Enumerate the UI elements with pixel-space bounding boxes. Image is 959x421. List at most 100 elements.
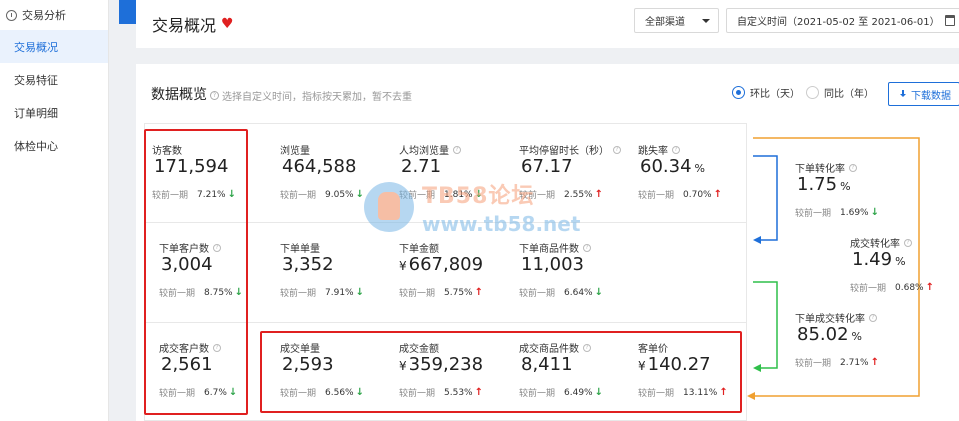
radio-mom-control[interactable] (732, 86, 745, 99)
arrow-down-icon: ↓ (594, 287, 603, 298)
metric-label: 下单成交转化率? (795, 310, 877, 325)
radio-yoy[interactable]: 同比（年） (806, 85, 874, 100)
arrow-up-icon: ↑ (474, 287, 483, 298)
metric-value: 1.75% (795, 174, 851, 195)
metric-deal-amount: 成交金额 ¥359,238 较前一期 5.53% ↑ (399, 320, 517, 418)
compare-percent: 7.21% (197, 189, 226, 200)
metric-value-number: 60.34 (640, 156, 692, 177)
arrow-down-icon: ↓ (594, 387, 603, 398)
metric-value: 464,588 (280, 156, 359, 177)
metric-label: 跳失率? (638, 142, 680, 157)
radio-yoy-control[interactable] (806, 86, 819, 99)
metric-value: 8,411 (519, 354, 576, 375)
arrow-up-icon: ↑ (719, 387, 728, 398)
metric-label: 成交转化率? (850, 235, 912, 250)
download-button-label: 下载数据 (911, 90, 951, 102)
metric-value: 2,593 (280, 354, 337, 375)
channel-select[interactable]: 全部渠道 (634, 8, 719, 33)
metric-order-amount: 下单金额 ¥667,809 较前一期 5.75% ↑ (399, 220, 517, 318)
sidebar-section-header[interactable]: 交易分析 (0, 0, 108, 30)
metric-label-text: 下单成交转化率 (795, 314, 865, 325)
question-icon[interactable]: ? (213, 243, 221, 252)
metric-value-number: 3,004 (161, 254, 213, 275)
question-icon[interactable]: ? (583, 343, 591, 352)
sidebar-item-overview[interactable]: 交易概况 (0, 30, 108, 63)
metric-compare: 较前一期 8.75% ↓ (159, 286, 243, 299)
metric-value-number: 171,594 (154, 156, 229, 177)
question-icon[interactable]: ? (583, 243, 591, 252)
metric-label-text: 成交金额 (399, 344, 439, 355)
download-icon (899, 89, 907, 99)
arrow-up-icon: ↑ (925, 282, 934, 293)
compare-label: 较前一期 (399, 289, 436, 299)
question-icon[interactable]: ? (672, 145, 680, 154)
radio-mom-label: 环比（天） (750, 89, 800, 100)
question-icon[interactable]: ? (453, 145, 461, 154)
metric-value: ¥359,238 (399, 354, 486, 375)
metric-value-number: 1.49 (852, 249, 893, 270)
overview-hint: ? 选择自定义时间，指标按天累加，暂不去重 (210, 88, 412, 103)
arrow-up-icon: ↑ (870, 357, 879, 368)
metric-compare: 较前一期 9.05% ↓ (280, 188, 364, 201)
metric-visitors: 访客数 171,594 较前一期 7.21% ↓ (152, 122, 270, 220)
metric-label: 客单价 (638, 340, 668, 355)
heart-icon[interactable]: ♥ (221, 16, 234, 32)
metric-label: 下单金额 (399, 240, 439, 255)
arrow-down-icon: ↓ (234, 287, 243, 298)
compare-label: 较前一期 (399, 389, 436, 399)
compare-percent: 6.49% (564, 387, 593, 398)
compare-percent: 0.70% (683, 189, 712, 200)
compare-label: 较前一期 (159, 289, 196, 299)
compare-label: 较前一期 (519, 191, 556, 201)
metric-order-deal-conv: 下单成交转化率? 85.02% 较前一期 2.71% ↑ (795, 290, 913, 388)
date-range-picker[interactable]: 自定义时间（2021-05-02 至 2021-06-01） (726, 8, 959, 33)
metric-label: 下单转化率? (795, 160, 857, 175)
radio-mom[interactable]: 环比（天） (732, 85, 800, 100)
compare-label: 较前一期 (280, 389, 317, 399)
metric-compare: 较前一期 1.81% ↓ (399, 188, 483, 201)
compare-percent: 1.81% (444, 189, 473, 200)
metric-compare: 较前一期 6.56% ↓ (280, 386, 364, 399)
flow-line-green (753, 281, 778, 369)
metric-value-number: 359,238 (408, 354, 484, 375)
metric-unit-price: 客单价 ¥140.27 较前一期 13.11% ↑ (638, 320, 756, 418)
sidebar-section-label: 交易分析 (22, 9, 66, 22)
arrow-down-icon: ↓ (474, 189, 483, 200)
download-button[interactable]: 下载数据 (888, 82, 959, 106)
sidebar-item-features[interactable]: 交易特征 (0, 63, 108, 96)
metric-value: 1.49% (850, 249, 906, 270)
metric-compare: 较前一期 6.49% ↓ (519, 386, 603, 399)
metric-label-text: 成交商品件数 (519, 344, 579, 355)
question-icon[interactable]: ? (904, 238, 912, 247)
metric-value-number: 2,561 (161, 354, 213, 375)
compare-percent: 5.75% (444, 287, 473, 298)
currency-symbol: ¥ (399, 259, 407, 273)
metric-label-text: 浏览量 (280, 146, 310, 157)
metric-value-number: 11,003 (521, 254, 584, 275)
metric-compare: 较前一期 2.55% ↑ (519, 188, 603, 201)
metric-compare: 较前一期 13.11% ↑ (638, 386, 728, 399)
sidebar-item-health[interactable]: 体检中心 (0, 129, 108, 162)
question-icon[interactable]: ? (613, 145, 621, 154)
channel-select-value: 全部渠道 (645, 17, 685, 28)
question-icon[interactable]: ? (849, 163, 857, 172)
question-icon[interactable]: ? (869, 313, 877, 322)
calendar-icon[interactable] (945, 15, 955, 26)
metric-compare: 较前一期 2.71% ↑ (795, 356, 879, 369)
arrow-down-icon: ↓ (355, 189, 364, 200)
metric-unit: % (694, 162, 705, 175)
metric-label: 访客数 (152, 142, 182, 157)
metric-value-number: 85.02 (797, 324, 849, 345)
metric-label-text: 成交客户数 (159, 344, 209, 355)
sidebar-item-orders[interactable]: 订单明细 (0, 96, 108, 129)
metric-value: 3,004 (159, 254, 216, 275)
metric-value-number: 2,593 (282, 354, 334, 375)
compare-label: 较前一期 (638, 389, 675, 399)
metric-unit: % (851, 330, 862, 343)
metric-unit: % (895, 255, 906, 268)
compare-percent: 6.64% (564, 287, 593, 298)
flow-arrowhead (753, 236, 761, 244)
question-icon[interactable]: ? (213, 343, 221, 352)
metric-label: 成交单量 (280, 340, 320, 355)
arrow-up-icon: ↑ (474, 387, 483, 398)
